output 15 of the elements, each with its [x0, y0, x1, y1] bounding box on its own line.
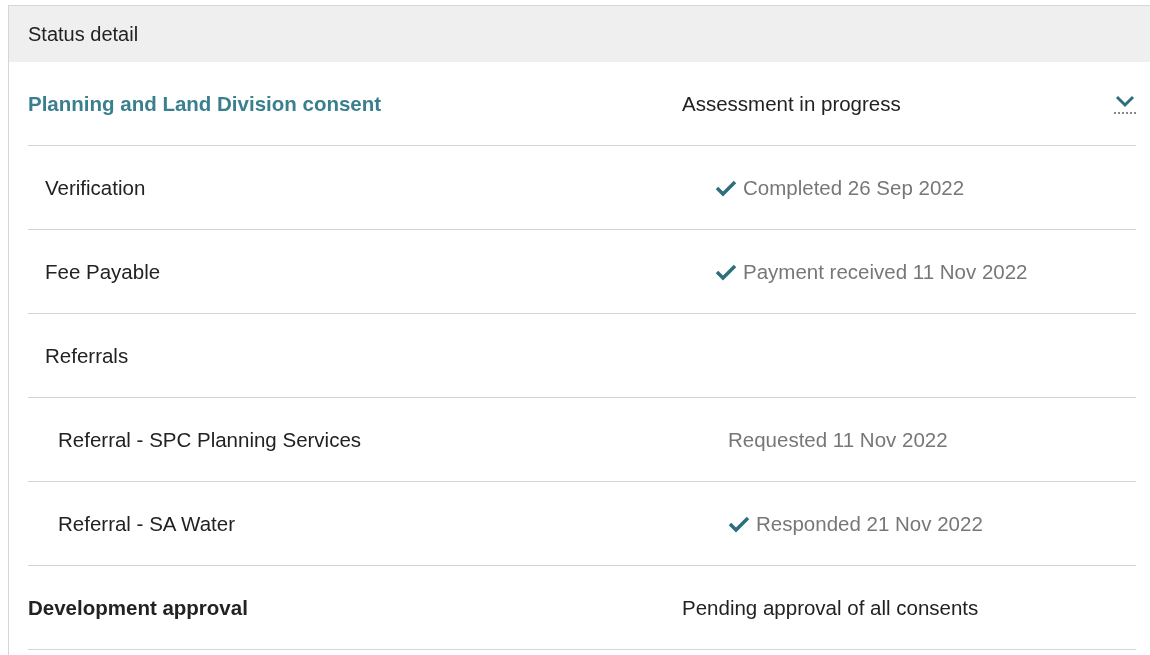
item-label: Fee Payable [45, 259, 161, 283]
status-text: Payment received 11 Nov 2022 [743, 259, 1028, 284]
item-label: Referral - SA Water [58, 511, 235, 535]
panel-title: Status detail [28, 22, 139, 46]
item-label: Development approval [28, 595, 248, 619]
item-label: Referral - SPC Planning Services [58, 427, 362, 451]
status-text: Responded 21 Nov 2022 [756, 511, 983, 536]
status-text: Assessment in progress [682, 91, 901, 116]
item-label: Verification [45, 175, 146, 199]
item-label: Planning and Land Division consent [28, 91, 382, 115]
item-label: Referrals [45, 343, 129, 367]
status-text: Pending approval of all consents [682, 595, 979, 620]
chevron-icon[interactable] [1114, 94, 1136, 114]
status-text: Completed 26 Sep 2022 [743, 175, 965, 200]
status-text: Requested 11 Nov 2022 [728, 427, 948, 452]
